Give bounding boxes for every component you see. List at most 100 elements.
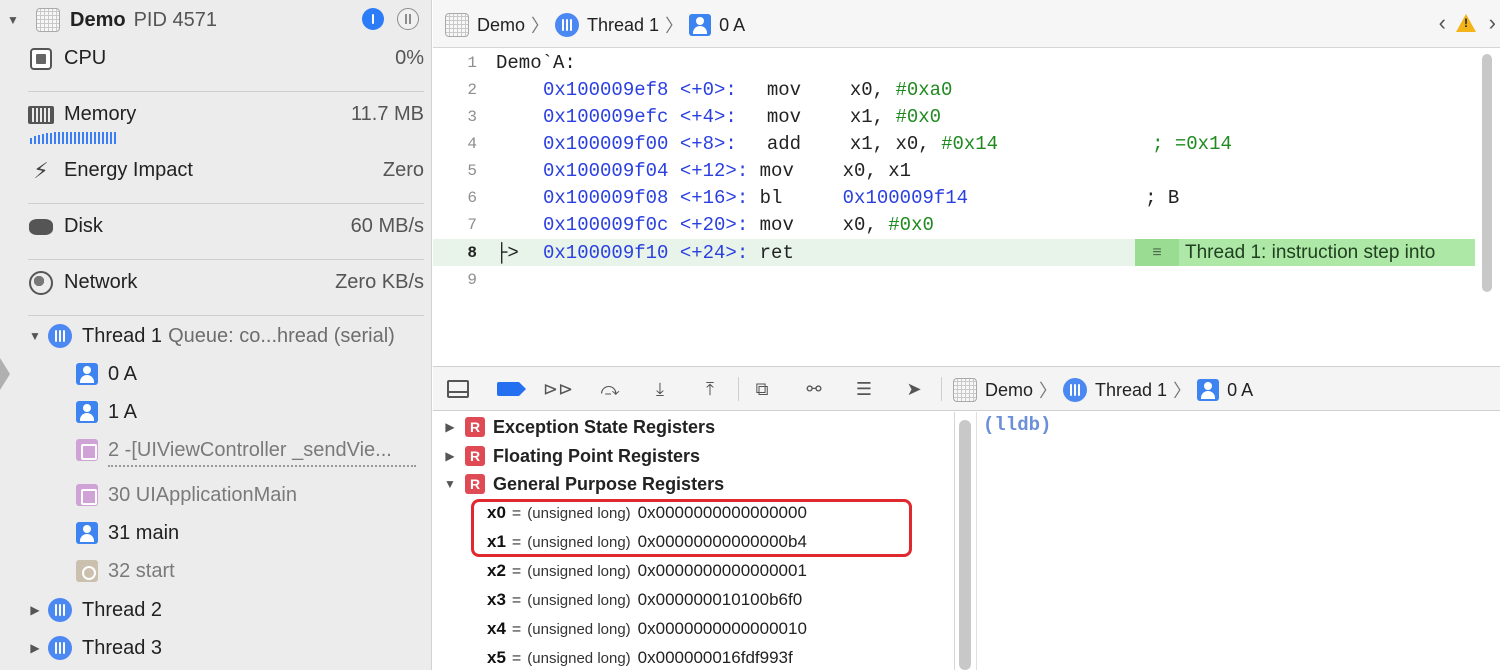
- disk-icon: [28, 214, 54, 240]
- equals-sign: =: [511, 592, 522, 609]
- highlight-annotation-box: [471, 499, 912, 557]
- register-row[interactable]: x5 = (unsigned long) 0x000000016fdf993f: [487, 648, 793, 670]
- breadcrumb-project[interactable]: Demo: [985, 380, 1033, 401]
- code-line: 9: [433, 266, 1475, 293]
- gauge-energy[interactable]: ⚡︎ Energy Impact Zero: [28, 150, 424, 204]
- register-name: x4: [487, 619, 506, 638]
- breadcrumb-frame[interactable]: 0 A: [719, 15, 745, 36]
- gauge-label: Energy Impact: [64, 159, 193, 181]
- editor-jump-bar: Demo 〉 Thread 1 〉 0 A ‹ ›: [433, 0, 1500, 48]
- disclosure-closed-icon[interactable]: ▶: [28, 603, 42, 617]
- address: 0x100009f00: [543, 132, 669, 155]
- stack-frame[interactable]: 30 UIApplicationMain: [76, 476, 426, 514]
- code-line: 1 Demo`A:: [433, 49, 1475, 76]
- stack-frame[interactable]: 2 -[UIViewController _sendVie...: [76, 431, 426, 469]
- gauge-memory[interactable]: Memory 11.7 MB: [28, 94, 424, 148]
- environment-overrides-button[interactable]: ☰: [851, 377, 877, 401]
- menu-lines-icon[interactable]: ≡: [1135, 239, 1179, 266]
- opcode: mov: [759, 159, 794, 182]
- disclosure-closed-icon[interactable]: ▶: [443, 449, 457, 463]
- code-line: 6 0x100009f08 <+16>: bl 0x100009f14 ; B: [433, 184, 1475, 211]
- thread-row-2[interactable]: ▶ Thread 2: [28, 591, 162, 629]
- register-group[interactable]: ▼ R General Purpose Registers: [443, 470, 724, 498]
- comment: ; =0x14: [1152, 132, 1232, 155]
- split-handle-icon[interactable]: [0, 358, 10, 390]
- simulate-location-button[interactable]: ➤: [901, 377, 927, 401]
- stack-frame[interactable]: 0 A: [76, 355, 426, 393]
- thread-name: Thread 1: [82, 324, 163, 347]
- system-frame-icon: [76, 484, 98, 506]
- process-icon: [36, 8, 60, 32]
- disclosure-closed-icon[interactable]: ▶: [28, 641, 42, 655]
- program-counter-arrow-icon[interactable]: ├>: [496, 242, 543, 264]
- line-number: 1: [467, 53, 477, 72]
- thread-name: Thread 3: [82, 636, 163, 659]
- gauge-cpu[interactable]: CPU 0%: [28, 38, 424, 92]
- line-number: 6: [467, 188, 477, 207]
- step-over-button[interactable]: ⤼: [597, 377, 623, 401]
- register-type: (unsigned long): [527, 650, 631, 667]
- breakpoints-toggle-button[interactable]: [495, 377, 526, 401]
- disclosure-open-icon[interactable]: ▼: [6, 13, 20, 27]
- variables-scrollbar[interactable]: [959, 420, 971, 670]
- disclosure-closed-icon[interactable]: ▶: [443, 420, 457, 434]
- step-annotation[interactable]: ≡ Thread 1: instruction step into: [1135, 239, 1475, 266]
- debug-navigator: ▼ Demo PID 4571 CPU 0% Memory 11.7 MB ⚡︎…: [0, 0, 432, 670]
- globe-icon: [28, 270, 54, 296]
- breadcrumb-project[interactable]: Demo: [477, 15, 525, 36]
- register-icon: R: [465, 474, 485, 494]
- hide-debug-area-button[interactable]: [445, 377, 471, 401]
- gauge-network[interactable]: Network Zero KB/s: [28, 262, 424, 316]
- chevron-right-icon: 〉: [665, 16, 684, 36]
- thread-row-1[interactable]: ▼ Thread 1 Queue: co...hread (serial): [28, 317, 395, 355]
- disclosure-open-icon[interactable]: ▼: [28, 329, 42, 343]
- register-value: 0x000000016fdf993f: [637, 648, 793, 667]
- stack-frame[interactable]: 1 A: [76, 393, 426, 431]
- disassembly-editor[interactable]: 1 Demo`A: 2 0x100009ef8 <+0>: mov x0, #0xa…: [433, 48, 1500, 366]
- register-row[interactable]: x4 = (unsigned long) 0x0000000000000010: [487, 619, 807, 647]
- branch-target[interactable]: 0x100009f14: [843, 187, 968, 209]
- stack-frame[interactable]: 32 start: [76, 552, 426, 590]
- stack-frame[interactable]: 31 main: [76, 514, 426, 552]
- step-into-button[interactable]: ⤓: [647, 377, 673, 401]
- chevron-left-icon[interactable]: ‹: [1439, 10, 1446, 36]
- continue-button[interactable]: ⊳⊳: [543, 377, 573, 401]
- thread-row-3[interactable]: ▶ Thread 3: [28, 629, 162, 667]
- thread-icon: [555, 13, 580, 37]
- console-prompt: (lldb): [983, 414, 1052, 436]
- gauge-disk[interactable]: Disk 60 MB/s: [28, 206, 424, 260]
- disclosure-open-icon[interactable]: ▼: [443, 477, 457, 491]
- breadcrumb-thread[interactable]: Thread 1: [587, 15, 659, 36]
- equals-sign: =: [511, 621, 522, 638]
- debug-view-hierarchy-button[interactable]: ⧉: [749, 377, 775, 401]
- thread-icon: [48, 636, 72, 660]
- gauge-label: CPU: [64, 47, 107, 69]
- immediate: #0x14: [941, 132, 999, 155]
- breadcrumb-frame[interactable]: 0 A: [1227, 380, 1253, 401]
- chevron-right-icon: 〉: [1039, 381, 1058, 401]
- opcode: mov: [759, 213, 794, 236]
- register-row[interactable]: x2 = (unsigned long) 0x0000000000000001: [487, 561, 807, 589]
- process-pid: PID 4571: [133, 8, 217, 31]
- memory-graph-button[interactable]: ⚯: [801, 377, 827, 401]
- process-status-icon[interactable]: [362, 8, 384, 30]
- register-group-name: Exception State Registers: [493, 416, 716, 437]
- register-group-name: Floating Point Registers: [493, 445, 701, 466]
- gauge-value: 11.7 MB: [351, 103, 424, 125]
- lldb-console[interactable]: (lldb): [976, 412, 1500, 670]
- variables-view[interactable]: ▶ R Exception State Registers ▶ R Floati…: [433, 412, 971, 670]
- collapsed-frames-divider: [108, 465, 416, 467]
- offset: <+12>:: [679, 159, 749, 182]
- warning-icon[interactable]: [1456, 14, 1476, 32]
- step-out-button[interactable]: ⤒: [697, 377, 723, 401]
- register-group[interactable]: ▶ R Exception State Registers: [443, 413, 715, 441]
- breadcrumb-thread[interactable]: Thread 1: [1095, 380, 1167, 401]
- chevron-right-icon[interactable]: ›: [1489, 10, 1496, 36]
- pause-icon[interactable]: [397, 8, 419, 30]
- register-name: x5: [487, 648, 506, 667]
- offset: <+4>:: [679, 105, 737, 128]
- register-group[interactable]: ▶ R Floating Point Registers: [443, 442, 700, 470]
- register-row[interactable]: x3 = (unsigned long) 0x000000010100b6f0: [487, 590, 802, 618]
- editor-scrollbar[interactable]: [1482, 54, 1492, 292]
- register-type: (unsigned long): [527, 621, 631, 638]
